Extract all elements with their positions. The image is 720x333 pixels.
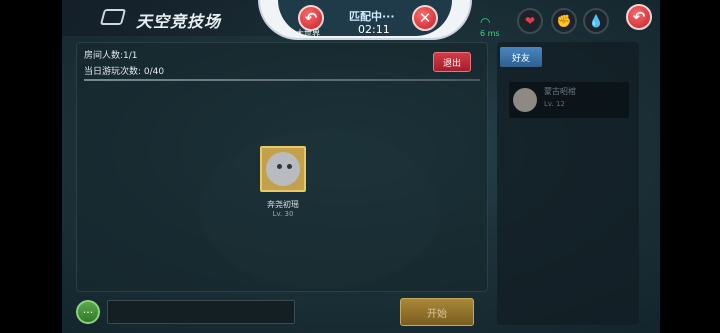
avatar-face [266,152,300,186]
close-icon[interactable]: ✕ [412,5,438,31]
daily-play-count: 当日游玩次数: 0/40 [84,67,165,77]
player-avatar[interactable] [260,146,306,192]
friend-name: 蒙古昭棺 [544,87,576,96]
friend-level: Lv. 12 [544,100,565,108]
room-player-count: 房间人数:1/1 [84,51,138,61]
world-label: 大世界 [296,29,320,38]
match-timer: 02:11 [358,23,390,36]
back-icon[interactable]: ↶ [626,4,652,30]
friend-avatar [513,88,537,112]
heart-icon[interactable]: ❤ [517,8,543,34]
tab-friends[interactable]: 好友 [500,47,542,67]
left-letterbox [0,0,62,333]
exit-button[interactable]: 退出 [433,52,471,72]
avatar-eye [277,164,282,169]
fist-icon[interactable]: ✊ [551,8,577,34]
logo-icon [99,9,127,25]
match-status: 匹配中··· [349,10,395,23]
wifi-latency: 6 ms [480,29,500,38]
start-button[interactable]: 开始 [400,298,474,326]
right-letterbox [660,0,720,333]
avatar-eye [287,164,292,169]
chat-input[interactable] [107,300,295,324]
panel-divider [84,79,480,81]
page-title: 天空竞技场 [136,12,222,31]
player-level: Lv. 30 [272,210,294,218]
drop-icon[interactable]: 💧 [583,8,609,34]
wifi-icon: ◠ 6 ms [480,15,500,38]
player-name: 奔尧初瑶 [267,200,299,209]
chat-button[interactable]: ··· [76,300,100,324]
